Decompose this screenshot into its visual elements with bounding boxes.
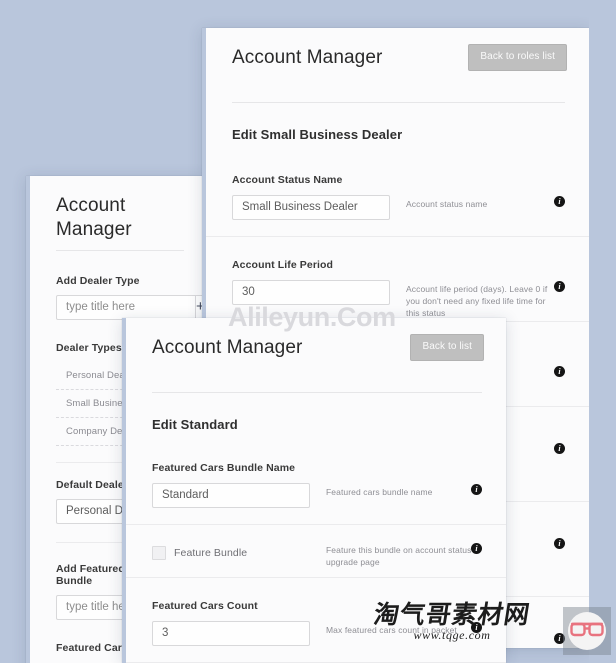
bundle-name-hint: Featured cars bundle name	[326, 487, 433, 497]
feature-bundle-row: Feature Bundle Feature this bundle on ac…	[126, 524, 506, 577]
page-title: Account Manager	[56, 195, 132, 240]
featured-bundle-edit-panel: Account Manager Back to list Edit Standa…	[122, 318, 506, 663]
featured-cars-count-label: Featured Cars Count	[152, 600, 258, 612]
add-dealer-type-label: Add Dealer Type	[56, 275, 140, 287]
account-status-name-hint: Account status name	[406, 199, 488, 209]
screenshot-stage: Account Manager Add Dealer Type + Dealer…	[0, 0, 616, 663]
bundle-name-label: Featured Cars Bundle Name	[152, 462, 296, 474]
info-icon[interactable]: i	[554, 443, 565, 454]
info-icon[interactable]: i	[471, 484, 482, 495]
featured-bundle-edit-body: Account Manager Back to list Edit Standa…	[126, 318, 506, 663]
featured-cars-count-input[interactable]	[152, 621, 310, 646]
info-icon[interactable]: i	[554, 196, 565, 207]
info-icon[interactable]: i	[471, 543, 482, 554]
info-icon[interactable]: i	[554, 538, 565, 549]
background-right-strip	[589, 0, 616, 663]
add-dealer-type-row: +	[56, 295, 206, 320]
add-dealer-type-input[interactable]	[56, 295, 196, 320]
edit-subtitle: Edit Standard	[152, 417, 238, 432]
feature-bundle-checkbox[interactable]	[152, 546, 166, 560]
info-icon[interactable]: i	[554, 633, 565, 644]
bundle-name-row: Featured Cars Bundle Name Featured cars …	[126, 444, 506, 524]
account-life-period-label: Account Life Period	[232, 259, 334, 271]
account-status-name-label: Account Status Name	[232, 174, 343, 186]
account-life-period-hint: Account life period (days). Leave 0 if y…	[406, 284, 548, 318]
add-dealer-type-field: Add Dealer Type +	[30, 275, 208, 320]
info-icon[interactable]: i	[471, 622, 482, 633]
back-to-list-button[interactable]: Back to list	[410, 334, 484, 361]
feature-bundle-checkbox-label: Feature Bundle	[174, 547, 248, 559]
bundle-header: Account Manager Back to list	[126, 318, 506, 382]
edit-subtitle: Edit Small Business Dealer	[232, 127, 403, 142]
info-icon[interactable]: i	[554, 281, 565, 292]
info-icon[interactable]: i	[554, 366, 565, 377]
back-to-roles-list-button[interactable]: Back to roles list	[468, 44, 567, 71]
dealer-list-header: Account Manager	[30, 176, 208, 240]
account-life-period-input[interactable]	[232, 280, 390, 305]
account-life-period-row: Account Life Period Account life period …	[206, 236, 589, 321]
account-status-name-input[interactable]	[232, 195, 390, 220]
featured-cars-count-row: Featured Cars Count Max featured cars co…	[126, 577, 506, 662]
bundle-name-input[interactable]	[152, 483, 310, 508]
feature-bundle-hint: Feature this bundle on account status up…	[326, 545, 472, 567]
account-status-name-row: Account Status Name Account status name …	[206, 156, 589, 236]
roles-header: Account Manager Back to roles list	[206, 28, 589, 92]
featured-cars-count-hint: Max featured cars count in packet	[326, 625, 457, 635]
